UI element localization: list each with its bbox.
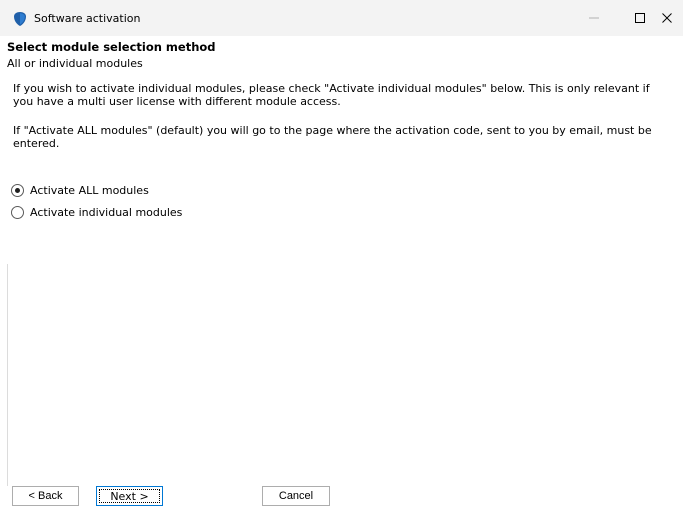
next-button[interactable]: Next > — [96, 486, 163, 506]
radio-dot — [15, 187, 20, 193]
radio-label-activate-all[interactable]: Activate ALL modules — [30, 184, 149, 197]
maximize-button[interactable] — [617, 0, 663, 36]
radio-button-selected[interactable] — [11, 183, 24, 197]
panel-left-border — [7, 264, 8, 486]
close-button[interactable] — [661, 0, 683, 36]
activation-window: Software activation Select module select… — [0, 0, 683, 506]
instruction-paragraph-2: If "Activate ALL modules" (default) you … — [13, 124, 652, 150]
close-icon — [662, 13, 672, 23]
radio-button-unselected[interactable] — [11, 205, 24, 219]
minimize-button[interactable] — [571, 0, 617, 36]
window-title: Software activation — [34, 12, 141, 25]
maximize-icon — [635, 13, 645, 23]
minimize-icon — [589, 17, 599, 19]
focus-ring — [99, 489, 160, 503]
title-bar[interactable]: Software activation — [0, 0, 683, 36]
cancel-button[interactable]: Cancel — [262, 486, 330, 506]
back-button[interactable]: < Back — [12, 486, 79, 506]
page-title: Select module selection method — [7, 40, 216, 54]
instruction-paragraph-1: If you wish to activate individual modul… — [13, 82, 650, 108]
radio-activate-individual[interactable]: Activate individual modules — [11, 204, 182, 220]
app-shield-icon — [12, 11, 28, 27]
page-subtitle: All or individual modules — [7, 57, 143, 70]
radio-label-activate-individual[interactable]: Activate individual modules — [30, 206, 182, 219]
radio-activate-all[interactable]: Activate ALL modules — [11, 182, 149, 198]
